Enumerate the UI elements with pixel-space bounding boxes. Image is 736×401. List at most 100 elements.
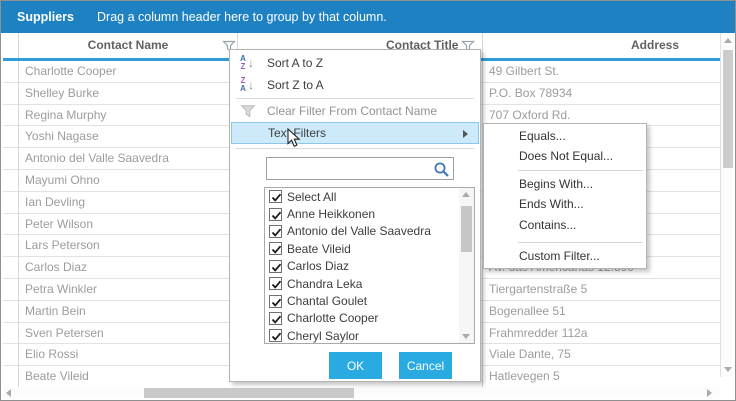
column-header-contact-name[interactable]: Contact Name [19,33,238,58]
contact-name-cell: Ian Devling [25,194,86,209]
contact-name-cell: Peter Wilson [25,216,94,231]
row-indicator-cell [3,278,19,301]
contact-name-cell: Martin Bein [25,303,86,318]
address-cell: Hatlevegen 5 [489,369,560,384]
row-indicator-cell [3,126,19,149]
menu-item-contains[interactable]: Contains... [485,215,645,235]
menu-separator [236,148,474,149]
list-item[interactable]: Beate Vileid [265,240,474,257]
address-cell: Viale Dante, 75 [489,347,571,362]
contact-name-cell: Charlotte Cooper [25,64,117,78]
scroll-down-icon[interactable] [462,334,470,339]
scroll-left-icon[interactable] [6,389,11,397]
checkbox-checked[interactable] [269,329,282,343]
address-cell: Bogenallee 51 [489,303,566,318]
row-indicator-cell [3,235,19,258]
menu-item-ends-with[interactable]: Ends With... [485,194,645,214]
menu-item-text-filters[interactable]: Text Filters [231,122,479,144]
row-indicator-cell [3,61,19,83]
menu-item-equals[interactable]: Equals... [485,126,645,146]
scroll-up-icon[interactable] [724,38,732,43]
contact-name-cell: Petra Winkler [25,281,98,296]
list-scrollbar[interactable] [459,188,474,343]
contact-name-cell: Elio Rossi [25,347,79,362]
group-panel: Suppliers Drag a column header here to g… [1,1,735,33]
suppliers-window: Suppliers Drag a column header here to g… [0,0,736,401]
mouse-cursor [287,128,301,148]
contact-name-cell: Sven Petersen [25,325,104,340]
list-item[interactable]: Carlos Diaz [265,258,474,275]
contact-name-cell: Lars Peterson [25,238,100,253]
list-item[interactable]: Cheryl Saylor [265,327,474,343]
menu-item-custom-filter[interactable]: Custom Filter... [485,246,645,266]
contact-name-cell: Yoshi Nagase [25,129,99,144]
address-cell: Tiergartenstraße 5 [489,281,588,296]
vertical-scrollbar[interactable] [720,33,734,377]
horizontal-scrollbar-thumb[interactable] [144,388,354,398]
list-item[interactable]: Charlotte Cooper [265,310,474,327]
list-item[interactable]: Antonio del Valle Saavedra [265,223,474,240]
address-cell: P.O. Box 78934 [489,85,573,100]
checkbox-checked[interactable] [269,277,282,291]
search-icon[interactable] [433,161,450,178]
menu-separator [236,98,474,99]
row-indicator-cell [3,213,19,236]
search-input[interactable] [269,159,429,178]
group-by-hint: Drag a column header here to group by th… [97,10,387,24]
filter-search-box [266,157,454,180]
checkbox-checked[interactable] [269,190,282,204]
row-indicator-cell [3,191,19,214]
checkbox-checked[interactable] [269,311,282,325]
checkbox-checked[interactable] [269,224,282,238]
submenu-arrow-icon [463,130,468,138]
checkbox-checked[interactable] [269,207,282,221]
contact-name-cell: Mayumi Ohno [25,172,100,187]
menu-item-sort-z-to-a[interactable]: ZA ↓ Sort Z to A [231,74,479,96]
address-cell: Frahmredder 112a [489,325,588,340]
checkbox-checked[interactable] [269,259,282,273]
column-header-label: Address [631,38,680,52]
row-indicator-cell [3,344,19,367]
ok-button[interactable]: OK [329,352,382,379]
list-item[interactable]: Select All [265,188,474,205]
menu-item-begins-with[interactable]: Begins With... [485,174,645,194]
row-indicator-cell [3,148,19,170]
row-indicator-cell [3,322,19,345]
list-scrollbar-thumb[interactable] [461,206,472,252]
menu-separator [518,242,643,243]
menu-item-sort-a-to-z[interactable]: AZ ↓ Sort A to Z [231,52,479,74]
sort-az-icon: AZ ↓ [240,54,254,71]
row-indicator-cell [3,257,19,279]
contact-name-cell: Shelley Burke [25,85,100,100]
menu-item-does-not-equal[interactable]: Does Not Equal... [485,146,645,166]
row-indicator-cell [3,366,19,388]
filter-popup: AZ ↓ Sort A to Z ZA ↓ Sort Z to A Clear … [229,49,481,382]
page-title: Suppliers [17,10,74,24]
checkbox-checked[interactable] [269,242,282,256]
column-header-address[interactable]: Address [483,33,720,58]
sort-za-icon: ZA ↓ [240,76,254,93]
checkbox-checked[interactable] [269,294,282,308]
column-header-label: Contact Name [87,38,169,52]
filter-value-list: Select All Anne Heikkonen Antonio del Va… [264,187,475,344]
list-item[interactable]: Chandra Leka [265,275,474,292]
scroll-right-icon[interactable] [707,389,712,397]
address-cell: 49 Gilbert St. [489,64,560,78]
cancel-button[interactable]: Cancel [399,352,452,379]
contact-name-cell: Antonio del Valle Saavedra [25,151,169,166]
row-indicator-header [3,33,19,58]
clear-filter-icon [238,102,260,120]
menu-item-clear-filter[interactable]: Clear Filter From Contact Name [231,100,479,122]
row-indicator-cell [3,104,19,127]
row-indicator-cell [3,300,19,323]
list-item[interactable]: Anne Heikkonen [265,205,474,222]
row-indicator-cell [3,169,19,192]
text-filters-submenu: Equals... Does Not Equal... Begins With.… [483,123,647,269]
vertical-scrollbar-thumb[interactable] [723,50,733,168]
contact-name-cell: Beate Vileid [25,369,89,384]
scroll-down-icon[interactable] [724,367,732,372]
list-item[interactable]: Chantal Goulet [265,292,474,309]
scroll-up-icon[interactable] [462,192,470,197]
row-indicator-cell [3,82,19,105]
horizontal-scrollbar[interactable] [3,387,720,399]
